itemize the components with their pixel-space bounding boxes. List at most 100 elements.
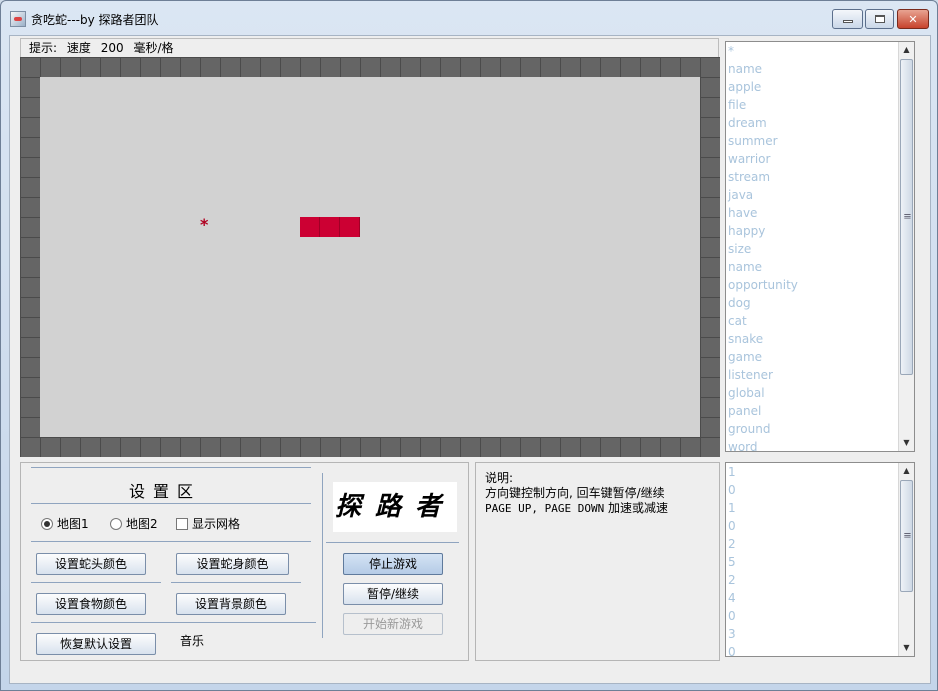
speed-label: 速度 <box>66 41 91 55</box>
list-item[interactable]: java <box>728 186 900 204</box>
settings-title: 设置区 <box>129 482 202 501</box>
show-grid-label: 显示网格 <box>192 517 241 531</box>
list-item[interactable]: warrior <box>728 150 900 168</box>
list-item[interactable]: panel <box>728 402 900 420</box>
list-item[interactable]: dog <box>728 294 900 312</box>
food-item: * <box>200 215 209 234</box>
snake-segment <box>320 217 340 237</box>
snake-segment <box>300 217 320 237</box>
divider <box>326 542 459 543</box>
close-icon: ✕ <box>908 12 918 26</box>
map2-radio[interactable] <box>110 517 122 530</box>
divider <box>31 503 311 504</box>
music-label: 音乐 <box>180 634 205 648</box>
instructions-line: PAGE UP, PAGE DOWN 加速或减速 <box>485 501 710 516</box>
number-list-scrollbar[interactable]: ▲ ▼ <box>898 463 914 656</box>
scroll-thumb[interactable] <box>900 59 913 375</box>
list-item[interactable]: apple <box>728 78 900 96</box>
list-item[interactable]: 0 <box>728 517 900 535</box>
list-item[interactable]: 0 <box>728 643 900 656</box>
snake-head-color-button[interactable]: 设置蛇头颜色 <box>36 553 146 575</box>
word-list-scrollbar[interactable]: ▲ ▼ <box>898 42 914 451</box>
list-item[interactable]: global <box>728 384 900 402</box>
list-item[interactable]: snake <box>728 330 900 348</box>
list-item[interactable]: 1 <box>728 463 900 481</box>
divider <box>31 541 311 542</box>
divider <box>31 582 161 583</box>
list-item[interactable]: size <box>728 240 900 258</box>
team-logo: 探路者 <box>333 482 457 532</box>
hint-prefix: 提示: <box>29 41 58 55</box>
speed-value: 200 <box>100 41 124 55</box>
hint-bar: 提示: 速度 200 毫秒/格 <box>20 38 719 58</box>
window-title: 贪吃蛇---by 探路者团队 <box>31 13 159 27</box>
game-ground: * <box>40 77 700 437</box>
list-item[interactable]: stream <box>728 168 900 186</box>
scroll-up-icon[interactable]: ▲ <box>899 463 914 479</box>
close-button[interactable]: ✕ <box>897 9 929 29</box>
list-item[interactable]: name <box>728 60 900 78</box>
list-item[interactable]: have <box>728 204 900 222</box>
instructions-heading: 说明: <box>485 471 514 485</box>
scroll-down-icon[interactable]: ▼ <box>899 435 914 451</box>
pause-resume-button[interactable]: 暂停/继续 <box>343 583 443 605</box>
list-item[interactable]: game <box>728 348 900 366</box>
vertical-divider <box>322 473 323 638</box>
list-item[interactable]: summer <box>728 132 900 150</box>
show-grid-checkbox[interactable] <box>176 517 188 530</box>
map2-option[interactable]: 地图2 <box>110 515 158 532</box>
app-icon <box>10 11 26 27</box>
scroll-up-icon[interactable]: ▲ <box>899 42 914 58</box>
settings-panel: 设置区 地图1 地图2 显示网格 设置蛇头颜色 设置蛇身颜色 设置食物颜色 设置… <box>20 462 469 661</box>
instructions-line: 方向键控制方向, 回车键暂停/继续 <box>485 486 665 500</box>
food-color-button[interactable]: 设置食物颜色 <box>36 593 146 615</box>
snake-body-color-button[interactable]: 设置蛇身颜色 <box>176 553 289 575</box>
list-item[interactable]: cat <box>728 312 900 330</box>
list-item[interactable]: 2 <box>728 571 900 589</box>
maximize-icon <box>874 15 885 23</box>
scroll-thumb[interactable] <box>900 480 913 592</box>
stop-game-button[interactable]: 停止游戏 <box>343 553 443 575</box>
list-item[interactable]: listener <box>728 366 900 384</box>
number-list-items: 10102524030 <box>726 463 900 656</box>
restore-defaults-button[interactable]: 恢复默认设置 <box>36 633 156 655</box>
show-grid-option[interactable]: 显示网格 <box>176 515 240 532</box>
word-list[interactable]: * name apple file dream summer warrior stream ja… <box>725 41 915 452</box>
app-window: 贪吃蛇---by 探路者团队 ✕ 提示: 速度 200 毫秒/格 * 设置区 地… <box>0 0 938 691</box>
background-color-button[interactable]: 设置背景颜色 <box>176 593 286 615</box>
list-item[interactable]: 3 <box>728 625 900 643</box>
list-item[interactable]: word <box>728 438 900 451</box>
number-list[interactable]: 10102524030 ▲ ▼ <box>725 462 915 657</box>
list-item[interactable]: 0 <box>728 607 900 625</box>
maximize-button[interactable] <box>865 9 894 29</box>
map2-label: 地图2 <box>126 517 158 531</box>
game-board[interactable]: * <box>20 57 720 457</box>
list-item[interactable]: happy <box>728 222 900 240</box>
instructions-panel: 说明: 方向键控制方向, 回车键暂停/继续 PAGE UP, PAGE DOWN… <box>475 462 720 661</box>
scroll-down-icon[interactable]: ▼ <box>899 640 914 656</box>
list-item[interactable]: 5 <box>728 553 900 571</box>
word-list-items: * name apple file dream summer warrior stream ja… <box>726 42 900 451</box>
list-item[interactable]: 2 <box>728 535 900 553</box>
divider <box>31 467 311 468</box>
list-item[interactable]: 0 <box>728 481 900 499</box>
new-game-button[interactable]: 开始新游戏 <box>343 613 443 635</box>
map1-label: 地图1 <box>57 517 89 531</box>
map1-radio[interactable] <box>41 517 53 530</box>
list-item[interactable]: name <box>728 258 900 276</box>
divider <box>171 582 301 583</box>
instructions-keys: PAGE UP, PAGE DOWN <box>485 502 605 515</box>
title-bar[interactable]: 贪吃蛇---by 探路者团队 ✕ <box>1 1 937 35</box>
list-item[interactable]: ground <box>728 420 900 438</box>
list-item[interactable]: 1 <box>728 499 900 517</box>
minimize-button[interactable] <box>832 9 863 29</box>
snake-head <box>340 217 360 237</box>
list-item[interactable]: dream <box>728 114 900 132</box>
list-item[interactable]: * <box>728 42 900 60</box>
map1-option[interactable]: 地图1 <box>41 515 89 532</box>
list-item[interactable]: file <box>728 96 900 114</box>
list-item[interactable]: opportunity <box>728 276 900 294</box>
list-item[interactable]: 4 <box>728 589 900 607</box>
speed-unit: 毫秒/格 <box>133 41 174 55</box>
instructions-text: 加速或减速 <box>608 501 669 515</box>
